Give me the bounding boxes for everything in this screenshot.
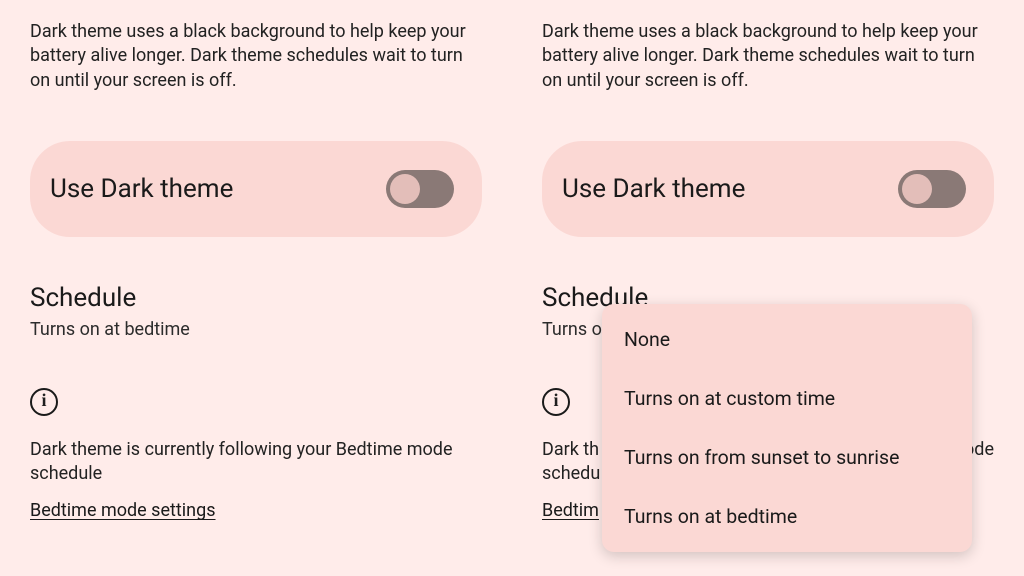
schedule-option-bedtime[interactable]: Turns on at bedtime (602, 487, 972, 546)
schedule-option-custom-time[interactable]: Turns on at custom time (602, 369, 972, 428)
toggle-thumb (902, 174, 932, 204)
schedule-option-sunset-sunrise[interactable]: Turns on from sunset to sunrise (602, 428, 972, 487)
info-icon: i (30, 388, 58, 416)
use-dark-theme-label: Use Dark theme (562, 174, 745, 204)
dark-theme-description: Dark theme uses a black background to he… (542, 0, 982, 93)
info-icon: i (542, 388, 570, 416)
schedule-subtitle: Turns on at bedtime (30, 319, 482, 340)
use-dark-theme-card[interactable]: Use Dark theme (30, 141, 482, 237)
use-dark-theme-label: Use Dark theme (50, 174, 233, 204)
use-dark-theme-toggle[interactable] (898, 170, 966, 208)
info-text: Dark theme is currently following your B… (30, 438, 470, 487)
bedtime-mode-settings-link[interactable]: Bedtime mode settings (30, 500, 216, 521)
schedule-title: Schedule (30, 283, 482, 313)
pane-right: Dark theme uses a black background to he… (512, 0, 1024, 576)
schedule-option-none[interactable]: None (602, 310, 972, 369)
info-text-fragment: Dark th (542, 438, 599, 462)
dark-theme-description: Dark theme uses a black background to he… (30, 0, 470, 93)
info-block: i Dark theme is currently following your… (30, 388, 482, 522)
schedule-dropdown-menu: None Turns on at custom time Turns on fr… (602, 304, 972, 552)
schedule-row[interactable]: Schedule Turns on at bedtime (30, 283, 482, 340)
bedtime-mode-settings-link[interactable]: Bedtim (542, 500, 599, 521)
pane-left: Dark theme uses a black background to he… (0, 0, 512, 576)
info-text-fragment: schedu (542, 462, 600, 486)
toggle-thumb (390, 174, 420, 204)
use-dark-theme-card[interactable]: Use Dark theme (542, 141, 994, 237)
use-dark-theme-toggle[interactable] (386, 170, 454, 208)
